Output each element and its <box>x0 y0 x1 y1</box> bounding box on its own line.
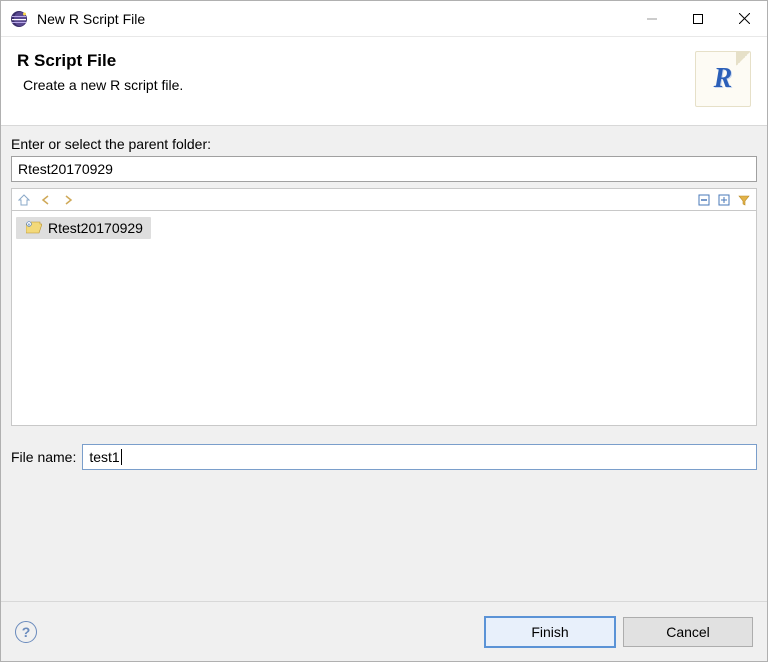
parent-folder-input[interactable] <box>11 156 757 182</box>
collapse-all-icon[interactable] <box>696 192 712 208</box>
button-bar: ? Finish Cancel <box>1 601 767 661</box>
dialog-window: New R Script File R Script File Create a… <box>0 0 768 662</box>
cancel-button[interactable]: Cancel <box>623 617 753 647</box>
filename-input[interactable]: test1 <box>82 444 757 470</box>
filter-icon[interactable] <box>736 192 752 208</box>
finish-button[interactable]: Finish <box>485 617 615 647</box>
wizard-content: Enter or select the parent folder: <box>1 126 767 484</box>
forward-icon[interactable] <box>60 192 76 208</box>
folder-tree[interactable]: R Rtest20170929 <box>11 210 757 426</box>
tree-toolbar <box>11 188 757 210</box>
content-spacer <box>1 484 767 601</box>
eclipse-icon <box>9 9 29 29</box>
help-icon[interactable]: ? <box>15 621 37 643</box>
page-subtitle: Create a new R script file. <box>17 77 695 93</box>
wizard-header: R Script File Create a new R script file… <box>1 37 767 125</box>
r-file-icon: R <box>695 51 751 107</box>
title-bar: New R Script File <box>1 1 767 37</box>
window-title: New R Script File <box>37 11 145 27</box>
project-folder-icon: R <box>26 221 42 235</box>
filename-label: File name: <box>11 449 76 465</box>
filename-value: test1 <box>89 449 119 465</box>
tree-item[interactable]: R Rtest20170929 <box>16 217 151 239</box>
tree-item-label: Rtest20170929 <box>48 220 143 236</box>
text-caret <box>121 449 122 465</box>
parent-folder-label: Enter or select the parent folder: <box>11 136 757 152</box>
maximize-button[interactable] <box>675 1 721 37</box>
back-icon[interactable] <box>38 192 54 208</box>
page-title: R Script File <box>17 51 695 71</box>
filename-row: File name: test1 <box>11 444 757 470</box>
close-button[interactable] <box>721 1 767 37</box>
home-icon[interactable] <box>16 192 32 208</box>
minimize-button[interactable] <box>629 1 675 37</box>
expand-all-icon[interactable] <box>716 192 732 208</box>
